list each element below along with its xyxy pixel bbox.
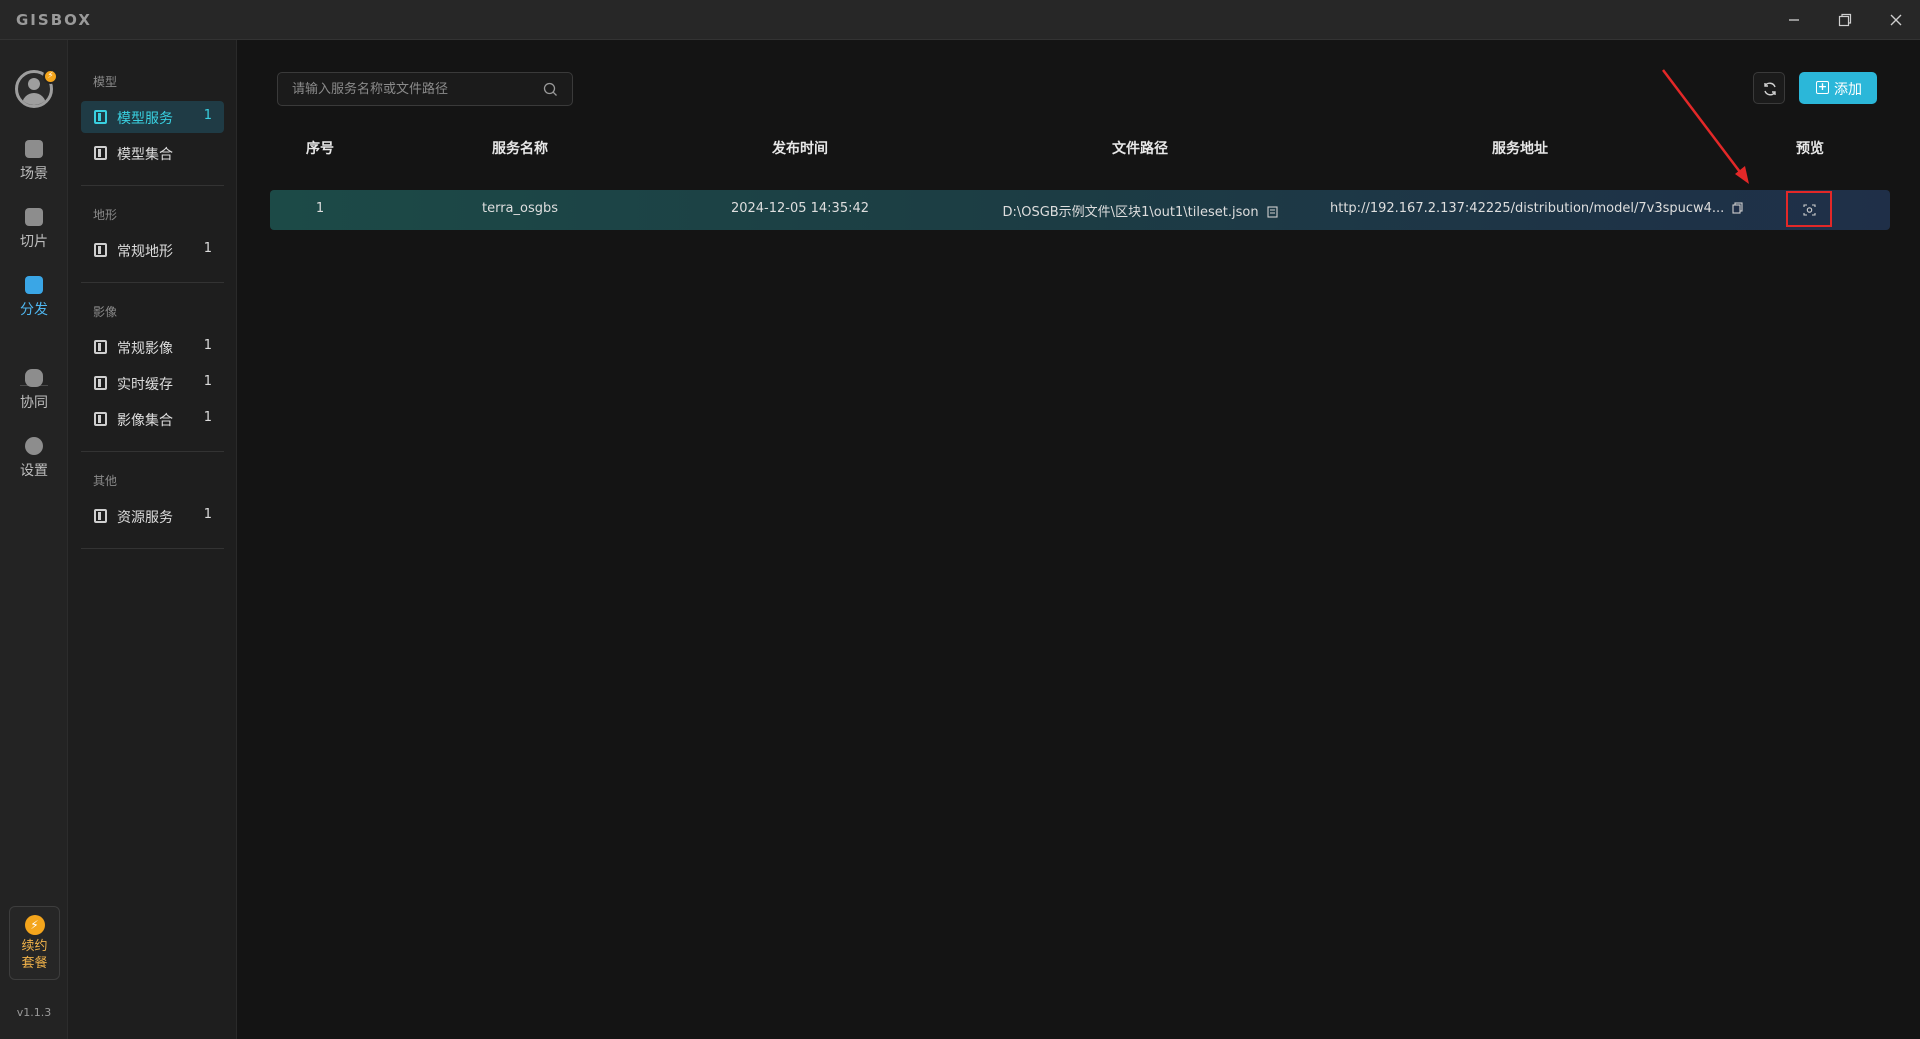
cell-time: 2024-12-05 14:35:42 — [730, 201, 870, 216]
close-button[interactable] — [1879, 8, 1913, 32]
sidebar-item-model-collection[interactable]: 模型集合 — [81, 137, 224, 169]
avatar-head — [28, 78, 40, 90]
rail-item-settings[interactable]: 设置 — [0, 437, 68, 493]
cache-icon — [94, 376, 107, 390]
sidebar-item-count: 1 — [203, 374, 212, 389]
rail-item-collab[interactable]: 协同 — [0, 369, 68, 425]
sidebar-item-model-service[interactable]: 模型服务 1 — [81, 101, 224, 133]
sidebar-item-label: 模型服务 — [117, 111, 173, 127]
sidebar-item-count: 1 — [203, 108, 212, 123]
sidebar-item-label: 常规地形 — [117, 244, 173, 260]
table-header: 序号 服务名称 发布时间 文件路径 服务地址 预览 — [270, 138, 1890, 162]
restore-icon — [1838, 13, 1852, 27]
minimize-icon — [1789, 19, 1799, 21]
app-logo: GISBOX — [16, 11, 92, 29]
model-icon — [94, 110, 107, 124]
bolt-icon: ⚡ — [24, 915, 45, 935]
sidebar-divider — [81, 282, 224, 283]
rail-item-label: 场景 — [20, 166, 48, 182]
sidebar-item-terrain[interactable]: 常规地形 1 — [81, 234, 224, 266]
sidebar-item-label: 常规影像 — [117, 341, 173, 357]
cell-url-text: http://192.167.2.137:42225/distribution/… — [1330, 201, 1725, 216]
copy-path-icon[interactable] — [1267, 206, 1278, 218]
distribute-icon — [25, 276, 43, 294]
section-title-model: 模型 — [93, 75, 118, 89]
resource-icon — [94, 509, 107, 523]
sidebar-item-label: 实时缓存 — [117, 377, 173, 393]
icon-rail: ⚡ 场景 切片 分发 协同 设置 ⚡ 续约 套餐 v1.1.3 — [0, 40, 68, 1039]
copy-url-icon[interactable] — [1732, 202, 1743, 214]
search-box — [277, 72, 573, 106]
column-header-name: 服务名称 — [492, 141, 548, 157]
sidebar-item-count: 1 — [203, 338, 212, 353]
close-icon — [1890, 14, 1902, 26]
rail-item-label: 设置 — [20, 463, 48, 479]
renew-plan-button[interactable]: ⚡ 续约 套餐 — [9, 906, 60, 980]
table-row[interactable]: 1 terra_osgbs 2024-12-05 14:35:42 D:\OSG… — [270, 190, 1890, 230]
model-collection-icon — [94, 146, 107, 160]
sidebar-item-label: 资源服务 — [117, 510, 173, 526]
minimize-button[interactable] — [1777, 8, 1811, 32]
gear-icon — [25, 437, 43, 455]
vip-badge-icon: ⚡ — [43, 69, 58, 84]
column-header-preview: 预览 — [1796, 141, 1824, 157]
rail-item-distribute[interactable]: 分发 — [0, 276, 68, 332]
cell-index: 1 — [315, 201, 325, 216]
rail-item-label: 协同 — [20, 395, 48, 411]
renew-label-1: 续约 — [21, 939, 48, 954]
version-label: v1.1.3 — [16, 1006, 52, 1019]
sidebar-divider — [81, 451, 224, 452]
sidebar-divider — [81, 185, 224, 186]
preview-icon — [1803, 204, 1816, 216]
title-bar: GISBOX — [0, 0, 1920, 40]
rail-item-slice[interactable]: 切片 — [0, 208, 68, 264]
home-icon — [25, 140, 43, 158]
cell-url: http://192.167.2.137:42225/distribution/… — [1330, 201, 1743, 216]
annotation-arrow — [1662, 69, 1749, 184]
column-header-path: 文件路径 — [1112, 141, 1168, 157]
cell-path-text: D:\OSGB示例文件\区块1\out1\tileset.json — [1002, 205, 1259, 220]
sidebar-divider — [81, 548, 224, 549]
column-header-index: 序号 — [306, 141, 334, 157]
section-title-imagery: 影像 — [93, 305, 118, 319]
imagery-icon — [94, 340, 107, 354]
rail-item-label: 切片 — [20, 234, 48, 250]
column-header-time: 发布时间 — [772, 141, 828, 157]
category-sidebar: 模型 模型服务 1 模型集合 地形 常规地形 1 影像 常规影像 1 实时缓存 … — [68, 40, 237, 1039]
section-title-other: 其他 — [93, 474, 118, 488]
add-button-label: 添加 — [1834, 82, 1862, 98]
section-title-terrain: 地形 — [93, 208, 118, 222]
cell-name: terra_osgbs — [481, 201, 559, 216]
sidebar-item-count: 1 — [203, 507, 212, 522]
sidebar-item-count: 1 — [203, 241, 212, 256]
sidebar-item-imagery[interactable]: 常规影像 1 — [81, 331, 224, 363]
terrain-icon — [94, 243, 107, 257]
lock-icon — [25, 369, 43, 387]
sidebar-item-realtime-cache[interactable]: 实时缓存 1 — [81, 367, 224, 399]
add-button[interactable]: + 添加 — [1799, 72, 1877, 104]
refresh-icon — [1764, 82, 1776, 96]
main-content: + 添加 序号 服务名称 发布时间 文件路径 服务地址 预览 1 terra_o… — [237, 40, 1920, 1039]
sidebar-item-imagery-collection[interactable]: 影像集合 1 — [81, 403, 224, 435]
sidebar-item-label: 模型集合 — [117, 147, 173, 163]
slice-icon — [25, 208, 43, 226]
restore-button[interactable] — [1828, 8, 1862, 32]
column-header-url: 服务地址 — [1492, 141, 1548, 157]
sidebar-item-label: 影像集合 — [117, 413, 173, 429]
sidebar-item-count: 1 — [203, 410, 212, 425]
refresh-button[interactable] — [1753, 72, 1785, 104]
avatar-body — [22, 93, 46, 105]
cell-path: D:\OSGB示例文件\区块1\out1\tileset.json — [970, 201, 1310, 220]
rail-item-scene[interactable]: 场景 — [0, 140, 68, 196]
imagery-collection-icon — [94, 412, 107, 426]
renew-label-2: 套餐 — [21, 956, 48, 971]
search-input[interactable] — [292, 73, 532, 105]
preview-button[interactable] — [1786, 191, 1832, 227]
sidebar-item-resource-service[interactable]: 资源服务 1 — [81, 500, 224, 532]
search-icon[interactable] — [543, 82, 558, 97]
rail-item-label: 分发 — [20, 302, 48, 318]
plus-icon: + — [1816, 80, 1829, 94]
